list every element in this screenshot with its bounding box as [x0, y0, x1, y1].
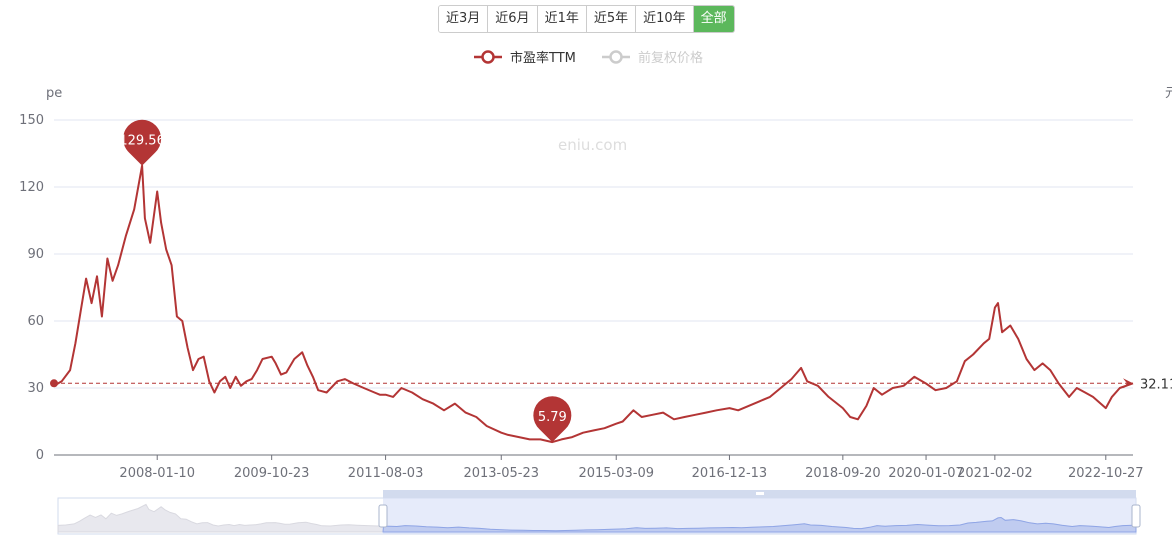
y-axis-ticks: 0 30 60 90 120 150 [19, 113, 44, 463]
legend-pe-circle-icon [481, 50, 495, 64]
x-tick-label: 2018-09-20 [805, 466, 881, 481]
x-axis-ticks: 2008-01-10 2009-10-23 2011-08-03 2013-05-23… [119, 455, 1144, 481]
legend-pe-label: 市盈率TTM [510, 50, 576, 66]
zoom-handle-right[interactable] [1131, 504, 1141, 528]
x-tick-label: 2013-05-23 [463, 466, 539, 481]
y-tick-label: 90 [27, 247, 44, 262]
markpoint-min: 5.79 [533, 396, 572, 443]
y-axis-name: pe [46, 86, 62, 101]
markpoint-max: 129.56 [119, 119, 165, 166]
y-tick-label: 60 [27, 314, 44, 329]
pe-chart: 市盈率TTM 前复权价格 pe 元 eniu.com 0 30 60 90 120 150… [19, 50, 1172, 535]
x-tick-label: 2011-08-03 [348, 466, 424, 481]
legend-price-circle-icon [609, 50, 623, 64]
y-tick-label: 30 [27, 381, 44, 396]
legend-price-label: 前复权价格 [638, 50, 703, 66]
y-tick-label: 0 [36, 448, 44, 463]
y-tick-label: 120 [19, 180, 44, 195]
x-tick-label: 2022-10-27 [1068, 466, 1144, 481]
data-zoom-slider[interactable] [57, 490, 1141, 535]
legend-pe[interactable]: 市盈率TTM [474, 50, 576, 66]
x-tick-label: 2021-02-02 [957, 466, 1033, 481]
x-tick-label: 2009-10-23 [234, 466, 310, 481]
x-tick-label: 2020-01-07 [888, 466, 964, 481]
markline-label: 32.11 [1140, 377, 1172, 392]
right-axis-name: 元 [1165, 86, 1172, 101]
y-tick-label: 150 [19, 113, 44, 128]
zoom-drag-grip-icon[interactable] [756, 492, 764, 495]
x-tick-label: 2016-12-13 [692, 466, 768, 481]
series-line-pe [53, 164, 1134, 444]
markpoint-label: 129.56 [119, 134, 165, 149]
zoom-handle-left[interactable] [378, 504, 388, 528]
grid [54, 119, 1133, 456]
x-tick-label: 2008-01-10 [119, 466, 195, 481]
markpoint-label: 5.79 [538, 410, 567, 425]
series-layer [53, 164, 1134, 444]
legend-price[interactable]: 前复权价格 [602, 50, 703, 66]
x-tick-label: 2015-03-09 [578, 466, 654, 481]
watermark: eniu.com [558, 136, 627, 154]
markpoint-layer: 129.56 5.79 [119, 119, 572, 443]
